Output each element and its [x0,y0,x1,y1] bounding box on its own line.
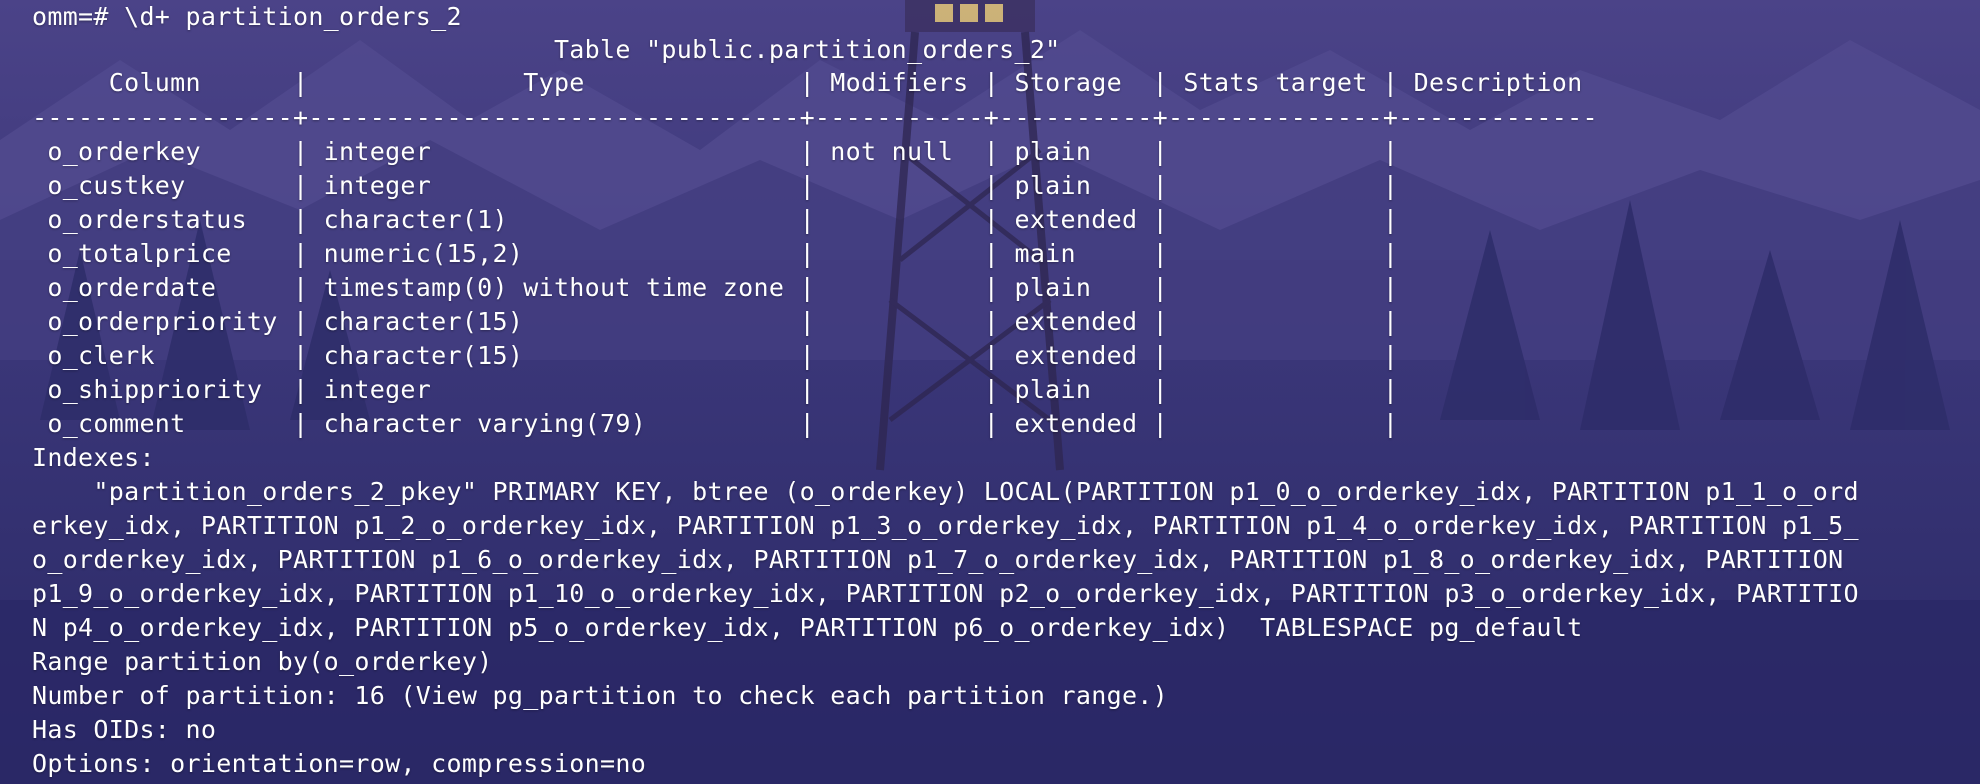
table-row: o_totalprice | numeric(15,2) | | main | … [32,239,1414,268]
index-definition-line: N p4_o_orderkey_idx, PARTITION p5_o_orde… [32,613,1583,642]
partition-count-line: Number of partition: 16 (View pg_partiti… [32,681,1168,710]
has-oids-line: Has OIDs: no [32,715,217,744]
indexes-label: Indexes: [32,443,155,472]
table-row: o_shippriority | integer | | plain | | [32,375,1414,404]
table-row: o_custkey | integer | | plain | | [32,171,1414,200]
table-row: o_orderstatus | character(1) | | extende… [32,205,1414,234]
table-title: Table "public.partition_orders_2" [32,35,1061,64]
range-partition-line: Range partition by(o_orderkey) [32,647,493,676]
index-definition-line: o_orderkey_idx, PARTITION p1_6_o_orderke… [32,545,1859,574]
table-row: o_clerk | character(15) | | extended | | [32,341,1414,370]
table-row: o_orderpriority | character(15) | | exte… [32,307,1414,336]
table-separator-row: -----------------+----------------------… [32,103,1598,132]
table-row: o_orderkey | integer | not null | plain … [32,137,1414,166]
options-line: Options: orientation=row, compression=no [32,749,647,778]
index-definition-line: erkey_idx, PARTITION p1_2_o_orderkey_idx… [32,511,1859,540]
index-definition-line: "partition_orders_2_pkey" PRIMARY KEY, b… [32,477,1859,506]
table-header-row: Column | Type | Modifiers | Storage | St… [32,68,1598,97]
table-row: o_orderdate | timestamp(0) without time … [32,273,1414,302]
terminal-window[interactable]: omm=# \d+ partition_orders_2 Table "publ… [0,0,1980,784]
index-definition-line: p1_9_o_orderkey_idx, PARTITION p1_10_o_o… [32,579,1859,608]
table-row: o_comment | character varying(79) | | ex… [32,409,1414,438]
command-prompt-line[interactable]: omm=# \d+ partition_orders_2 [32,0,462,34]
